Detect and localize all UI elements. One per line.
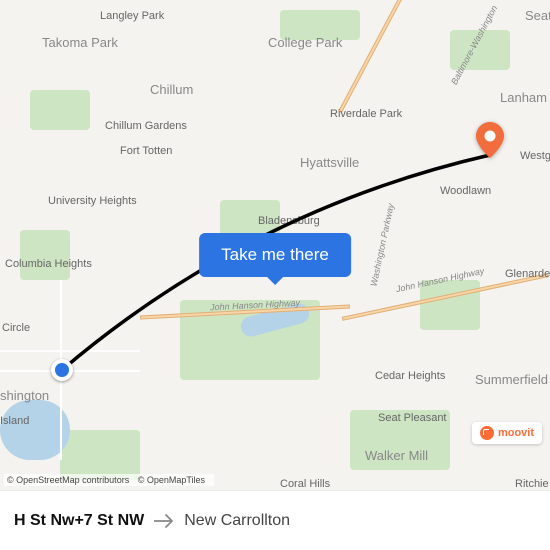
- label-langley-park: Langley Park: [100, 10, 164, 22]
- route-from: H St Nw+7 St NW: [14, 512, 144, 530]
- moovit-logo-icon: [480, 426, 494, 440]
- map[interactable]: Langley Park Takoma Park College Park Ch…: [0, 0, 550, 490]
- label-island: Island: [0, 415, 29, 427]
- label-columbia-heights: Columbia Heights: [5, 258, 60, 270]
- label-coral-hills: Coral Hills: [280, 478, 330, 490]
- label-woodlawn: Woodlawn: [440, 185, 491, 197]
- label-ritchie: Ritchie: [515, 478, 549, 490]
- label-westgate: Westgate: [520, 150, 550, 162]
- label-college-park: College Park: [268, 35, 342, 50]
- moovit-badge[interactable]: moovit: [472, 422, 542, 444]
- label-walker-mill: Walker Mill: [365, 448, 428, 463]
- label-fort-totten: Fort Totten: [120, 145, 172, 157]
- label-glenarden: Glenarden: [505, 268, 550, 280]
- label-riverdale-park: Riverdale Park: [330, 108, 402, 120]
- label-seat-pleasant: Seat Pleasant: [378, 412, 447, 424]
- label-chillum: Chillum: [150, 82, 193, 97]
- label-circle: Circle: [2, 322, 30, 334]
- destination-pin[interactable]: [476, 122, 504, 158]
- label-takoma-park: Takoma Park: [42, 35, 118, 50]
- route-footer: H St Nw+7 St NW New Carrollton: [0, 490, 550, 550]
- map-attribution: © OpenStreetMap contributors © OpenMapTi…: [4, 474, 214, 486]
- attribution-osm[interactable]: © OpenStreetMap contributors: [7, 475, 129, 485]
- label-hyattsville: Hyattsville: [300, 155, 359, 170]
- label-washington: shington: [0, 388, 49, 403]
- label-chillum-gardens: Chillum Gardens: [105, 120, 187, 132]
- route-to: New Carrollton: [184, 512, 290, 530]
- label-lanham: Lanham: [500, 90, 547, 105]
- label-summerfield: Summerfield: [475, 372, 548, 387]
- attribution-tiles[interactable]: © OpenMapTiles: [138, 475, 205, 485]
- label-bladensburg: Bladensburg: [258, 215, 320, 227]
- take-me-there-button[interactable]: Take me there: [199, 233, 351, 277]
- moovit-logo-text: moovit: [498, 427, 534, 439]
- origin-marker[interactable]: [51, 359, 73, 381]
- arrow-right-icon: [154, 514, 174, 528]
- label-university-heights: University Heights: [48, 195, 108, 207]
- label-seat: Seat: [525, 8, 550, 23]
- label-cedar-heights: Cedar Heights: [375, 370, 445, 382]
